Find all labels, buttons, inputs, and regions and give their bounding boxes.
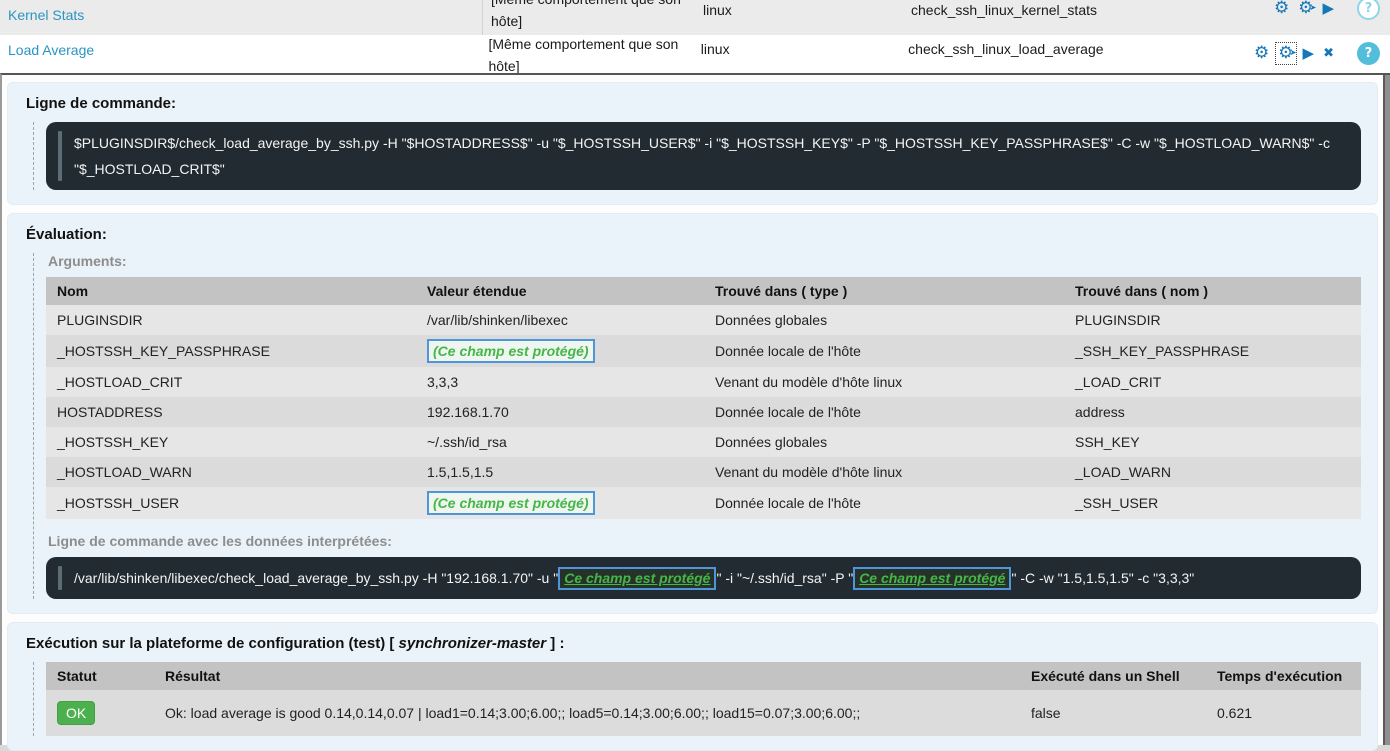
table-header-row: Statut Résultat Exécuté dans un Shell Te… xyxy=(46,662,1361,690)
arg-nom: _HOSTSSH_KEY xyxy=(46,427,416,457)
code-accent-bar xyxy=(58,131,62,181)
arg-nom: PLUGINSDIR xyxy=(46,305,416,335)
service-row-kernel-stats: Kernel Stats [Même comportement que son … xyxy=(0,0,1390,35)
arg-type: Venant du modèle d'hôte linux xyxy=(704,457,1064,487)
arg-nom: _HOSTSSH_KEY_PASSPHRASE xyxy=(46,335,416,367)
execution-result: Ok: load average is good 0.14,0.14,0.07 … xyxy=(154,690,1020,736)
table-row: OK Ok: load average is good 0.14,0.14,0.… xyxy=(46,690,1361,736)
arg-source: _LOAD_WARN xyxy=(1064,457,1361,487)
platform-name: synchronizer-master xyxy=(399,635,547,652)
play-icon[interactable]: ▶ xyxy=(1303,45,1315,62)
table-row: HOSTADDRESS 192.168.1.70 Donnée locale d… xyxy=(46,397,1361,427)
arg-nom: _HOSTLOAD_WARN xyxy=(46,457,416,487)
interpreted-part1: /var/lib/shinken/libexec/check_load_aver… xyxy=(74,570,558,586)
execution-time: 0.621 xyxy=(1206,690,1361,736)
col-header-source: Trouvé dans ( nom ) xyxy=(1064,277,1361,305)
play-icon[interactable]: ▶ xyxy=(1322,0,1334,17)
sync-arrow-icon: ➤ xyxy=(1310,0,1317,16)
service-check-command: check_ssh_linux_kernel_stats xyxy=(903,0,1250,22)
arg-source: _SSH_KEY_PASSPHRASE xyxy=(1064,335,1361,367)
service-behavior: [Même comportement que son hôte] xyxy=(482,0,695,35)
command-code-block: $PLUGINSDIR$/check_load_average_by_ssh.p… xyxy=(46,122,1361,190)
interpreted-code-block: /var/lib/shinken/libexec/check_load_aver… xyxy=(46,557,1361,599)
protected-field-badge: Ce champ est protégé xyxy=(853,567,1011,590)
arg-source: address xyxy=(1064,397,1361,427)
interpreted-command-label: Ligne de commande avec les données inter… xyxy=(48,533,1361,549)
table-row: _HOSTLOAD_WARN 1.5,1.5,1.5 Venant du mod… xyxy=(46,457,1361,487)
gear-icon[interactable]: ⚙ xyxy=(1254,45,1269,62)
protected-field-badge: Ce champ est protégé xyxy=(558,567,716,590)
help-icon[interactable]: ? xyxy=(1357,0,1380,20)
arguments-label: Arguments: xyxy=(48,253,1361,269)
arg-type: Données globales xyxy=(704,305,1064,335)
table-row: PLUGINSDIR /var/lib/shinken/libexec Donn… xyxy=(46,305,1361,335)
arg-source: _LOAD_CRIT xyxy=(1064,367,1361,397)
col-header-valeur: Valeur étendue xyxy=(416,277,704,305)
arguments-table: Nom Valeur étendue Trouvé dans ( type ) … xyxy=(46,277,1361,519)
execution-panel: Exécution sur la plateforme de configura… xyxy=(7,622,1378,751)
status-badge: OK xyxy=(57,701,95,725)
arg-type: Donnée locale de l'hôte xyxy=(704,487,1064,519)
panel-title: Exécution sur la plateforme de configura… xyxy=(26,635,1361,652)
protected-field-badge: (Ce champ est protégé) xyxy=(427,491,595,515)
execution-shell: false xyxy=(1020,690,1206,736)
arg-source: SSH_KEY xyxy=(1064,427,1361,457)
arg-nom: HOSTADDRESS xyxy=(46,397,416,427)
service-template: linux xyxy=(695,0,903,22)
gear-sync-icon[interactable]: ⚙➤ xyxy=(1298,0,1313,17)
table-row: _HOSTSSH_KEY ~/.ssh/id_rsa Données globa… xyxy=(46,427,1361,457)
col-header-resultat: Résultat xyxy=(154,662,1020,690)
service-link-load-average[interactable]: Load Average xyxy=(8,42,94,58)
col-header-nom: Nom xyxy=(46,277,416,305)
command-text: $PLUGINSDIR$/check_load_average_by_ssh.p… xyxy=(74,135,1330,177)
arg-nom: _HOSTSSH_USER xyxy=(46,487,416,519)
arg-nom: _HOSTLOAD_CRIT xyxy=(46,367,416,397)
arg-type: Donnée locale de l'hôte xyxy=(704,397,1064,427)
close-icon[interactable]: ✖ xyxy=(1323,45,1334,62)
sync-arrow-icon: ➤ xyxy=(1290,44,1297,61)
arg-valeur: /var/lib/shinken/libexec xyxy=(416,305,704,335)
table-row: _HOSTSSH_KEY_PASSPHRASE (Ce champ est pr… xyxy=(46,335,1361,367)
arg-source: _SSH_USER xyxy=(1064,487,1361,519)
code-accent-bar xyxy=(58,566,62,590)
panel-title: Évaluation: xyxy=(26,226,1361,243)
interpreted-part2: " -i "~/.ssh/id_rsa" -P " xyxy=(716,570,853,586)
gear-icon[interactable]: ⚙ xyxy=(1274,0,1289,17)
table-row: _HOSTLOAD_CRIT 3,3,3 Venant du modèle d'… xyxy=(46,367,1361,397)
execution-title-suffix: ] : xyxy=(546,635,564,652)
command-test-frame: Ligne de commande: $PLUGINSDIR$/check_lo… xyxy=(0,73,1390,745)
arg-valeur: ~/.ssh/id_rsa xyxy=(416,427,704,457)
service-list: Kernel Stats [Même comportement que son … xyxy=(0,0,1390,73)
service-link-kernel-stats[interactable]: Kernel Stats xyxy=(8,7,84,23)
table-row: _HOSTSSH_USER (Ce champ est protégé) Don… xyxy=(46,487,1361,519)
arg-source: PLUGINSDIR xyxy=(1064,305,1361,335)
help-icon[interactable]: ? xyxy=(1357,42,1380,65)
table-header-row: Nom Valeur étendue Trouvé dans ( type ) … xyxy=(46,277,1361,305)
evaluation-panel: Évaluation: Arguments: Nom Valeur étendu… xyxy=(7,213,1378,614)
arg-type: Venant du modèle d'hôte linux xyxy=(704,367,1064,397)
service-check-command: check_ssh_linux_load_average xyxy=(900,35,1246,61)
arg-valeur: 1.5,1.5,1.5 xyxy=(416,457,704,487)
protected-field-badge: (Ce champ est protégé) xyxy=(427,339,595,363)
col-header-type: Trouvé dans ( type ) xyxy=(704,277,1064,305)
execution-table: Statut Résultat Exécuté dans un Shell Te… xyxy=(46,662,1361,736)
arg-type: Donnée locale de l'hôte xyxy=(704,335,1064,367)
interpreted-part3: " -C -w "1.5,1.5,1.5" -c "3,3,3" xyxy=(1011,570,1194,586)
service-template: linux xyxy=(693,35,900,61)
scrollbar[interactable] xyxy=(1383,75,1390,745)
panel-title: Ligne de commande: xyxy=(26,95,1361,112)
service-behavior: [Même comportement que son hôte] xyxy=(480,35,692,73)
col-header-shell: Exécuté dans un Shell xyxy=(1020,662,1206,690)
col-header-statut: Statut xyxy=(46,662,154,690)
command-line-panel: Ligne de commande: $PLUGINSDIR$/check_lo… xyxy=(7,82,1378,205)
execution-title-prefix: Exécution sur la plateforme de configura… xyxy=(26,635,399,652)
arg-type: Données globales xyxy=(704,427,1064,457)
gear-sync-icon[interactable]: ⚙➤ xyxy=(1278,45,1293,62)
service-row-load-average: Load Average [Même comportement que son … xyxy=(0,35,1390,73)
arg-valeur: 192.168.1.70 xyxy=(416,397,704,427)
arg-valeur: 3,3,3 xyxy=(416,367,704,397)
col-header-temps: Temps d'exécution xyxy=(1206,662,1361,690)
